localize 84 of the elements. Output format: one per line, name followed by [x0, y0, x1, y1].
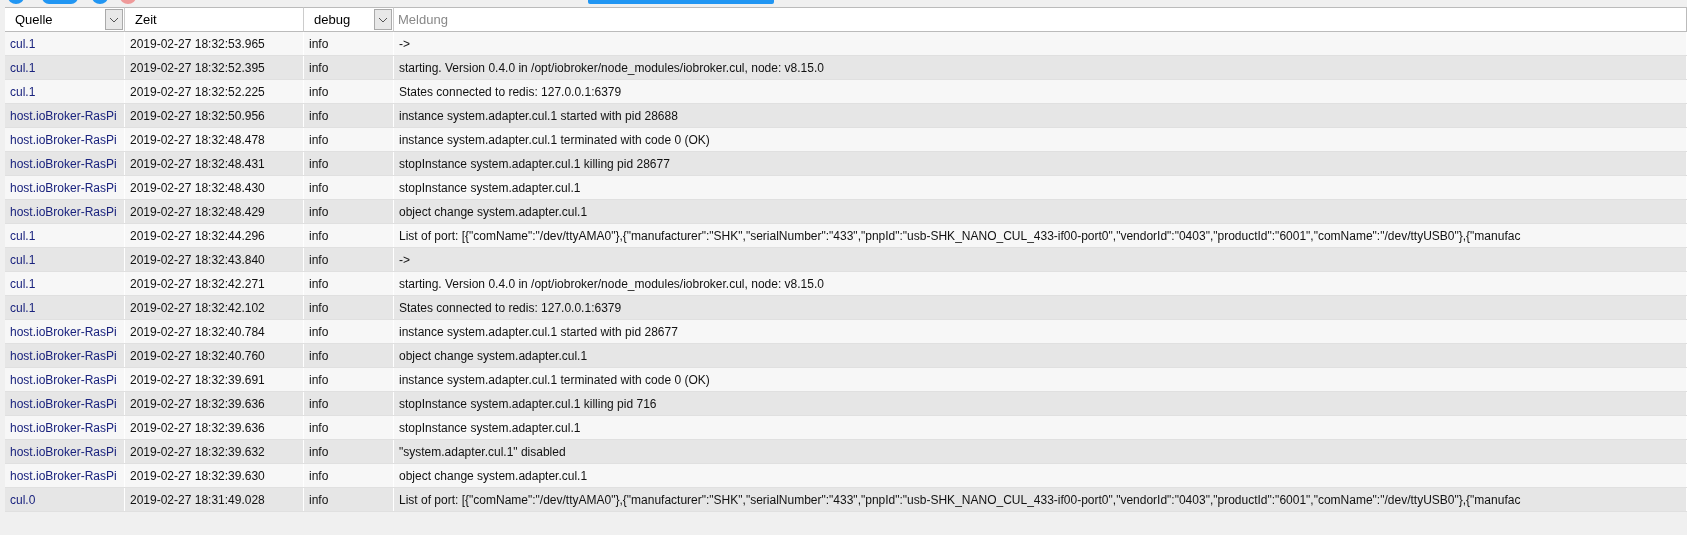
severity-filter[interactable]: debug	[304, 7, 394, 32]
source-cell: cul.1	[5, 296, 125, 319]
message-cell: instance system.adapter.cul.1 terminated with code 0 (OK)	[394, 128, 1687, 151]
source-cell: cul.0	[5, 488, 125, 511]
source-cell: cul.1	[5, 272, 125, 295]
severity-cell: info	[304, 152, 394, 175]
source-cell: host.ioBroker-RasPi	[5, 152, 125, 175]
message-cell: List of port: [{"comName":"/dev/ttyAMA0"},{"manufacturer":"SHK","serialNumber":"433","pnpId":"usb-SHK_NANO_CUL_433-if00-port0","vendorId":"0403","productId":"6001","comName":"/dev/ttyUSB0"},{"manufac	[394, 488, 1687, 511]
severity-cell: info	[304, 464, 394, 487]
source-cell: host.ioBroker-RasPi	[5, 392, 125, 415]
source-cell: host.ioBroker-RasPi	[5, 200, 125, 223]
time-cell: 2019-02-27 18:32:40.784	[125, 320, 304, 343]
time-cell: 2019-02-27 18:32:39.691	[125, 368, 304, 391]
message-cell: "system.adapter.cul.1" disabled	[394, 440, 1687, 463]
time-cell: 2019-02-27 18:32:48.429	[125, 200, 304, 223]
severity-cell: info	[304, 104, 394, 127]
source-cell: cul.1	[5, 80, 125, 103]
time-cell: 2019-02-27 18:31:49.028	[125, 488, 304, 511]
message-cell: stopInstance system.adapter.cul.1 killing pid 28677	[394, 152, 1687, 175]
severity-cell: info	[304, 128, 394, 151]
message-filter-field[interactable]: Meldung	[394, 7, 1687, 32]
message-cell: ->	[394, 248, 1687, 271]
time-cell: 2019-02-27 18:32:50.956	[125, 104, 304, 127]
time-cell: 2019-02-27 18:32:44.296	[125, 224, 304, 247]
time-cell: 2019-02-27 18:32:42.271	[125, 272, 304, 295]
source-cell: cul.1	[5, 248, 125, 271]
severity-cell: info	[304, 32, 394, 55]
time-cell: 2019-02-27 18:32:43.840	[125, 248, 304, 271]
message-cell: object change system.adapter.cul.1	[394, 464, 1687, 487]
source-cell: cul.1	[5, 224, 125, 247]
time-cell: 2019-02-27 18:32:39.636	[125, 392, 304, 415]
source-cell: cul.1	[5, 32, 125, 55]
time-cell: 2019-02-27 18:32:52.395	[125, 56, 304, 79]
source-cell: host.ioBroker-RasPi	[5, 368, 125, 391]
message-cell: object change system.adapter.cul.1	[394, 344, 1687, 367]
source-cell: cul.1	[5, 56, 125, 79]
message-cell: stopInstance system.adapter.cul.1	[394, 176, 1687, 199]
message-cell: instance system.adapter.cul.1 started with pid 28688	[394, 104, 1687, 127]
message-cell: States connected to redis: 127.0.0.1:6379	[394, 80, 1687, 103]
severity-cell: info	[304, 248, 394, 271]
severity-cell: info	[304, 176, 394, 199]
source-cell: host.ioBroker-RasPi	[5, 128, 125, 151]
message-cell: stopInstance system.adapter.cul.1 killing pid 716	[394, 392, 1687, 415]
time-cell: 2019-02-27 18:32:39.632	[125, 440, 304, 463]
severity-cell: info	[304, 272, 394, 295]
message-cell: starting. Version 0.4.0 in /opt/iobroker/node_modules/iobroker.cul, node: v8.15.0	[394, 272, 1687, 295]
message-cell: instance system.adapter.cul.1 started with pid 28677	[394, 320, 1687, 343]
source-cell: host.ioBroker-RasPi	[5, 320, 125, 343]
message-cell: ->	[394, 32, 1687, 55]
message-cell: instance system.adapter.cul.1 terminated with code 0 (OK)	[394, 368, 1687, 391]
source-filter[interactable]: Quelle	[5, 7, 125, 32]
time-cell: 2019-02-27 18:32:40.760	[125, 344, 304, 367]
time-cell: 2019-02-27 18:32:52.225	[125, 80, 304, 103]
message-cell: List of port: [{"comName":"/dev/ttyAMA0"},{"manufacturer":"SHK","serialNumber":"433","pnpId":"usb-SHK_NANO_CUL_433-if00-port0","vendorId":"0403","productId":"6001","comName":"/dev/ttyUSB0"},{"manufac	[394, 224, 1687, 247]
time-cell: 2019-02-27 18:32:48.431	[125, 152, 304, 175]
time-filter[interactable]: Zeit	[125, 7, 304, 32]
severity-cell: info	[304, 368, 394, 391]
time-cell: 2019-02-27 18:32:53.965	[125, 32, 304, 55]
message-cell: States connected to redis: 127.0.0.1:6379	[394, 296, 1687, 319]
severity-cell: info	[304, 200, 394, 223]
time-cell: 2019-02-27 18:32:48.430	[125, 176, 304, 199]
severity-cell: info	[304, 224, 394, 247]
severity-cell: info	[304, 392, 394, 415]
time-cell: 2019-02-27 18:32:42.102	[125, 296, 304, 319]
severity-cell: info	[304, 296, 394, 319]
time-cell: 2019-02-27 18:32:39.630	[125, 464, 304, 487]
time-cell: 2019-02-27 18:32:39.636	[125, 416, 304, 439]
severity-cell: info	[304, 488, 394, 511]
severity-cell: info	[304, 56, 394, 79]
message-cell: object change system.adapter.cul.1	[394, 200, 1687, 223]
severity-cell: info	[304, 416, 394, 439]
source-cell: host.ioBroker-RasPi	[5, 440, 125, 463]
source-cell: host.ioBroker-RasPi	[5, 104, 125, 127]
severity-cell: info	[304, 344, 394, 367]
source-cell: host.ioBroker-RasPi	[5, 176, 125, 199]
severity-cell: info	[304, 320, 394, 343]
severity-cell: info	[304, 80, 394, 103]
severity-cell: info	[304, 440, 394, 463]
source-cell: host.ioBroker-RasPi	[5, 344, 125, 367]
time-cell: 2019-02-27 18:32:48.478	[125, 128, 304, 151]
message-cell: stopInstance system.adapter.cul.1	[394, 416, 1687, 439]
message-cell: starting. Version 0.4.0 in /opt/iobroker/node_modules/iobroker.cul, node: v8.15.0	[394, 56, 1687, 79]
source-cell: host.ioBroker-RasPi	[5, 464, 125, 487]
source-cell: host.ioBroker-RasPi	[5, 416, 125, 439]
